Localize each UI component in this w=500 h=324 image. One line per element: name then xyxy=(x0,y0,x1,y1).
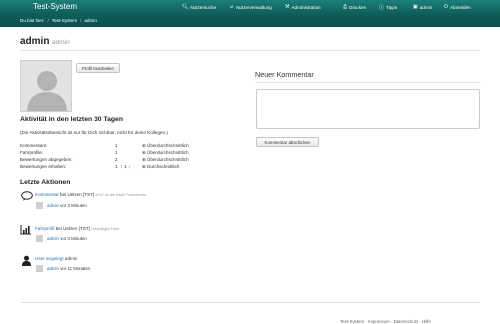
page-title: admin xyxy=(20,36,50,47)
recent-item-extra: #137 ist die letzte Fahrstrecke xyxy=(95,193,147,197)
stat-row-profiles: Fahrprofile: 1 ⊕ Überdurchschnittlich xyxy=(20,150,220,156)
submit-comment-button[interactable]: Kommentar abschicken xyxy=(256,137,319,147)
breadcrumb-separator: / xyxy=(80,18,82,23)
speech-bubble-icon xyxy=(21,191,33,201)
recent-item-line: User angelegt admin xyxy=(35,256,77,261)
nav-prints[interactable]: ⎙ Drucken xyxy=(343,4,366,10)
nav-logout-label: Abmelden xyxy=(449,4,471,10)
nav-user-search[interactable]: 🔍︎ Nutzersuche xyxy=(182,4,216,10)
stat-rating: Überdurchschnittlich xyxy=(147,150,189,155)
nav-administration[interactable]: ⚒ Administration xyxy=(285,4,321,10)
recent-item-time: vor 3 Minuten xyxy=(60,236,87,241)
stat-value: 2 xyxy=(115,157,118,162)
profile-avatar xyxy=(20,60,72,112)
power-icon: ⏻ xyxy=(444,4,448,10)
recent-actions-heading: Letzte Aktionen xyxy=(20,179,71,186)
footer-links: Test-System · Impressum · Datenschutz · … xyxy=(340,319,431,324)
stat-value: 1 xyxy=(115,150,118,155)
recent-item-by: admin vor 11 Monaten xyxy=(47,266,90,271)
stat-label: Bewertungen erhalten: xyxy=(20,164,67,169)
plus-circle-icon: ⊕ xyxy=(142,143,146,148)
stat-row-ratings-received: Bewertungen erhalten: 1 ↑ 1 ↓ ⊕ Durchsch… xyxy=(20,164,220,170)
thumbs-up-icon: ↑ xyxy=(120,164,123,169)
comment-textarea[interactable] xyxy=(256,89,480,129)
search-icon: 🔍︎ xyxy=(182,4,189,10)
mini-avatar xyxy=(36,235,43,242)
chart-icon xyxy=(20,223,32,235)
nav-logout[interactable]: ⏻ Abmelden xyxy=(444,4,471,10)
nav-tips[interactable]: ⓘ Tipps xyxy=(379,4,397,11)
nav-tips-label: Tipps xyxy=(386,5,398,10)
recent-item-time: vor 3 Minuten xyxy=(60,203,87,208)
recent-item-by: admin vor 3 Minuten xyxy=(47,203,87,208)
plus-circle-icon: ⊕ xyxy=(142,157,146,162)
divider xyxy=(20,50,480,51)
stat-label: Kommentare: xyxy=(20,143,48,148)
stat-label: Bewertungen abgegeben: xyxy=(20,157,73,162)
stat-rating: Durchschnittlich xyxy=(147,164,180,169)
recent-item-line: Kommentar bei Uelzen [TST] #137 ist die … xyxy=(35,192,146,197)
recent-item-line: Fahrprofil bei Uelzen [TST] Gespätigte F… xyxy=(35,226,119,231)
circle-icon: ⊕ xyxy=(142,164,146,169)
nav-administration-label: Administration xyxy=(291,4,321,10)
activity-heading: Aktivität in den letzten 30 Tagen xyxy=(20,116,123,123)
nav-user[interactable]: ▣ admin xyxy=(413,4,432,10)
user-silhouette-icon xyxy=(36,271,43,272)
user-icon xyxy=(21,255,31,266)
mini-avatar xyxy=(36,202,43,209)
divider xyxy=(20,302,480,303)
stat-rating: Überdurchschnittlich xyxy=(147,143,189,148)
stat-value-up: 1 xyxy=(124,164,127,169)
stat-rating: Überdurchschnittlich xyxy=(147,157,189,162)
breadcrumb-system[interactable]: Test-System xyxy=(52,18,77,23)
activity-note: (Die Aktivitätsübersicht ist nur für Dic… xyxy=(20,130,168,135)
breadcrumb: Du bist hier: / Test-System / admin xyxy=(20,18,97,23)
recent-item-text: bei Uelzen [TST] xyxy=(60,192,95,197)
nav-prints-label: Drucken xyxy=(349,4,367,10)
wrench-icon: ⚒ xyxy=(285,4,290,10)
user-avatar-icon: ▣ xyxy=(413,4,418,10)
breadcrumb-separator: / xyxy=(47,18,49,23)
user-silhouette-icon xyxy=(21,61,71,111)
recent-item-text: bei Uelzen [TST] xyxy=(55,226,90,231)
page-subtitle: admin xyxy=(52,38,70,46)
plus-circle-icon: ⊕ xyxy=(142,150,146,155)
info-icon: ⓘ xyxy=(379,5,385,11)
print-icon: ⎙ xyxy=(343,4,348,10)
nav-user-management[interactable]: ☺ Nutzerverwaltung xyxy=(229,4,272,10)
nav-user-label: admin xyxy=(419,4,433,10)
recent-item-link[interactable]: Kommentar xyxy=(35,192,59,197)
stat-label: Fahrprofile: xyxy=(20,150,44,155)
recent-item-user[interactable]: admin xyxy=(47,203,59,208)
brand-title[interactable]: Test-System xyxy=(33,2,77,11)
user-icon xyxy=(20,254,32,266)
recent-item-link[interactable]: User angelegt xyxy=(35,256,64,261)
chart-icon xyxy=(20,224,31,234)
stat-row-ratings-given: Bewertungen abgegeben: 2 ⊕ Überdurchschn… xyxy=(20,157,220,163)
recent-item-user[interactable]: admin xyxy=(47,236,59,241)
stat-row-comments: Kommentare: 1 ⊕ Überdurchschnittlich xyxy=(20,143,220,149)
recent-item-extra: Gespätigte Fahrt xyxy=(91,227,120,231)
nav-user-search-label: Nutzersuche xyxy=(190,4,217,10)
breadcrumb-prefix: Du bist hier: xyxy=(20,18,45,23)
new-comment-heading: Neuer Kommentar xyxy=(255,70,314,79)
edit-profile-button[interactable]: Profil bearbeiten xyxy=(76,63,120,73)
stat-value: 1 xyxy=(115,164,118,169)
stat-value: 1 xyxy=(115,143,118,148)
divider xyxy=(255,82,481,83)
thumbs-down-icon: ↓ xyxy=(128,164,131,169)
nav-user-management-label: Nutzerverwaltung xyxy=(236,4,272,10)
recent-item-by: admin vor 3 Minuten xyxy=(47,236,87,241)
users-icon: ☺ xyxy=(229,4,235,10)
recent-item-text: admin xyxy=(64,256,78,261)
speech-bubble-icon xyxy=(21,190,33,202)
mini-avatar xyxy=(36,265,43,272)
recent-item-time: vor 11 Monaten xyxy=(60,266,91,271)
user-silhouette-icon xyxy=(36,208,43,209)
user-silhouette-icon xyxy=(36,241,43,242)
recent-item-user[interactable]: admin xyxy=(47,266,59,271)
recent-item-link[interactable]: Fahrprofil xyxy=(35,226,54,231)
breadcrumb-current: admin xyxy=(84,18,97,23)
